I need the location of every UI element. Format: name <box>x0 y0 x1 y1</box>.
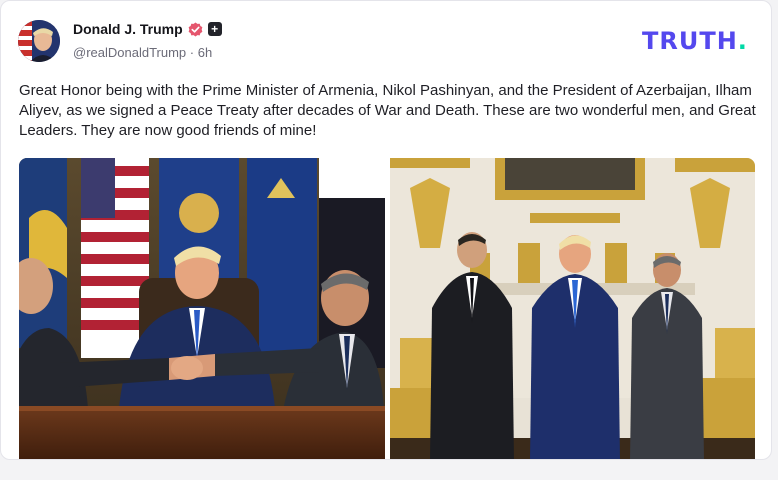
author-name[interactable]: Donald J. Trump <box>73 21 183 37</box>
author-name-row: Donald J. Trump + <box>73 21 222 37</box>
truth-social-logo[interactable]: TRUTH. <box>642 27 748 55</box>
verified-badge-icon <box>188 21 203 37</box>
logo-text: TRUTH <box>642 27 738 55</box>
logo-dot: . <box>737 27 748 55</box>
handshake-photo[interactable] <box>19 158 385 459</box>
post-body: Great Honor being with the Prime Ministe… <box>19 82 756 139</box>
oval-office-photo[interactable] <box>390 158 755 459</box>
plus-badge-icon: + <box>207 22 222 36</box>
author-meta: @realDonaldTrump · 6h <box>73 45 212 60</box>
author-avatar[interactable] <box>18 20 60 62</box>
post-time[interactable]: 6h <box>198 45 212 60</box>
meta-separator: · <box>189 45 195 60</box>
post-card: Donald J. Trump + @realDonaldTrump · 6h … <box>0 0 772 460</box>
author-handle[interactable]: @realDonaldTrump <box>73 45 186 60</box>
